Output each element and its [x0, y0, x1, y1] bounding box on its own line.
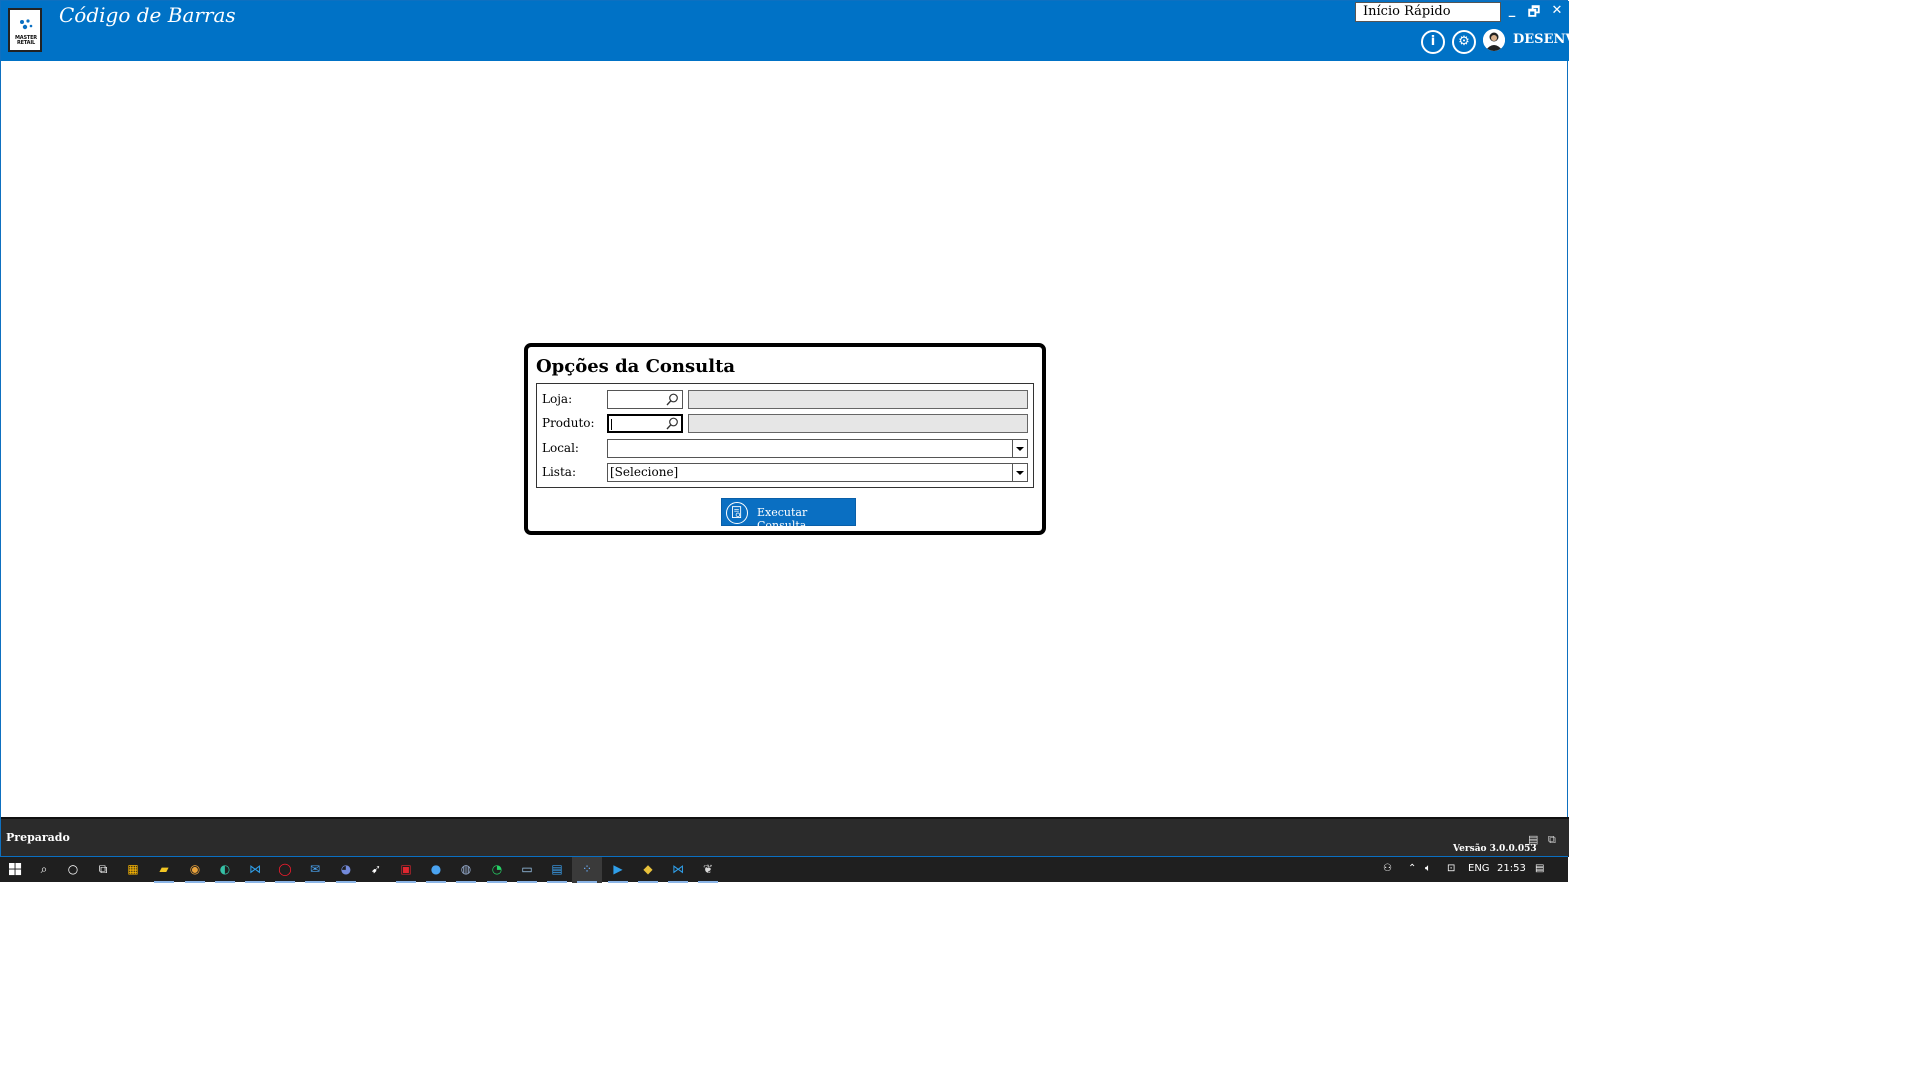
- restore-button[interactable]: 🗗: [1525, 3, 1543, 25]
- user-name[interactable]: DESENV: [1513, 32, 1575, 47]
- cortana-icon[interactable]: ○: [58, 857, 88, 883]
- produto-description-field: [688, 414, 1028, 433]
- document-search-icon: [726, 502, 748, 524]
- execute-query-button[interactable]: Executar Consulta: [721, 498, 856, 532]
- master-retail-logo: MASTER RETAIL: [8, 8, 42, 52]
- info-icon[interactable]: i: [1421, 30, 1445, 54]
- git-kraken-icon[interactable]: ◆: [633, 857, 663, 883]
- file-explorer-icon[interactable]: ▰: [149, 857, 179, 883]
- app-title: Código de Barras: [59, 3, 236, 27]
- app-round-icon[interactable]: ◍: [451, 857, 481, 883]
- title-bar: MASTER RETAIL Código de Barras Início Rá…: [1, 1, 1575, 61]
- search-icon[interactable]: [666, 393, 679, 406]
- status-bar: Preparado Versão 3.0.0.053 ▤ ⧉: [1, 817, 1569, 857]
- quick-start-input[interactable]: Início Rápido: [1355, 2, 1501, 22]
- cursor-app-icon[interactable]: ➹: [361, 857, 391, 883]
- clock[interactable]: 21:53: [1497, 863, 1526, 874]
- loja-code-input[interactable]: [607, 390, 683, 409]
- application-window: MASTER RETAIL Código de Barras Início Rá…: [0, 0, 1575, 857]
- edge-icon[interactable]: ◐: [210, 857, 240, 883]
- app-bird-icon[interactable]: ❦: [693, 857, 723, 883]
- gear-icon[interactable]: ⚙: [1452, 30, 1476, 54]
- produto-code-input[interactable]: [607, 414, 683, 433]
- acrobat-icon[interactable]: ▣: [391, 857, 421, 883]
- query-options-panel: Opções da Consulta Loja: Produto: Local:…: [524, 343, 1046, 535]
- app-blue-icon[interactable]: ●: [421, 857, 451, 883]
- lista-select[interactable]: [Selecione]: [607, 463, 1028, 482]
- mail-icon[interactable]: ✉: [300, 857, 330, 883]
- language-indicator[interactable]: ENG: [1468, 863, 1490, 874]
- logo-dots-icon: [20, 19, 33, 30]
- app-e-icon[interactable]: ▤: [542, 857, 572, 883]
- user-avatar-icon: [1483, 29, 1505, 51]
- search-icon[interactable]: [666, 417, 679, 430]
- close-button[interactable]: ✕: [1548, 3, 1566, 18]
- status-text: Preparado: [6, 831, 70, 844]
- notifications-icon[interactable]: ▤: [1535, 863, 1544, 874]
- panel-title: Opções da Consulta: [536, 356, 736, 377]
- lista-label: Lista:: [542, 465, 576, 479]
- remote-desktop-icon[interactable]: ▭: [512, 857, 542, 883]
- loja-description-field: [688, 390, 1028, 409]
- local-label: Local:: [542, 441, 579, 455]
- task-view-icon[interactable]: ⧉: [88, 857, 118, 883]
- search-icon[interactable]: ⌕: [29, 857, 59, 883]
- avatar[interactable]: [1483, 29, 1505, 51]
- vscode-icon[interactable]: ⋈: [240, 857, 270, 883]
- connection-icon[interactable]: ⧉: [1548, 833, 1556, 847]
- chevron-up-icon[interactable]: ⌃: [1408, 863, 1416, 874]
- version-text: Versão 3.0.0.053: [1453, 844, 1537, 854]
- store-icon[interactable]: ▦: [118, 857, 148, 883]
- chevron-down-icon[interactable]: [1012, 440, 1027, 457]
- network-icon[interactable]: ⊡: [1447, 863, 1455, 874]
- whatsapp-icon[interactable]: ◔: [482, 857, 512, 883]
- vscode-2-icon[interactable]: ⋈: [663, 857, 693, 883]
- minimize-button[interactable]: _: [1503, 3, 1521, 18]
- database-icon[interactable]: ▤: [1528, 833, 1538, 846]
- windows-taskbar: ⌕ ○ ⧉ ▦ ▰ ◉ ◐ ⋈ ◯ ✉ ◕ ➹ ▣ ● ◍ ◔ ▭ ▤ ⁘ ▶ …: [0, 856, 1568, 883]
- windows-logo-icon: [8, 863, 21, 876]
- master-retail-taskbar-icon[interactable]: ⁘: [572, 857, 602, 883]
- people-icon[interactable]: ⚇: [1383, 863, 1392, 874]
- produto-label: Produto:: [542, 416, 595, 430]
- loja-label: Loja:: [542, 392, 573, 406]
- text-cursor: [611, 419, 612, 430]
- chrome-icon[interactable]: ◉: [180, 857, 210, 883]
- lista-select-value: [Selecione]: [610, 465, 679, 479]
- logo-text: MASTER RETAIL: [15, 35, 37, 46]
- app-media-icon[interactable]: ▶: [603, 857, 633, 883]
- execute-button-label: Executar Consulta: [757, 506, 808, 532]
- opera-icon[interactable]: ◯: [270, 857, 300, 883]
- volume-icon[interactable]: 🔈︎: [1425, 863, 1431, 874]
- chevron-down-icon[interactable]: [1012, 464, 1027, 481]
- discord-icon[interactable]: ◕: [331, 857, 361, 883]
- fields-group: Loja: Produto: Local: Lista: [Selecione]: [536, 383, 1034, 488]
- local-select[interactable]: [607, 439, 1028, 458]
- windows-start-icon[interactable]: [0, 857, 30, 883]
- doc-icon: [732, 506, 742, 518]
